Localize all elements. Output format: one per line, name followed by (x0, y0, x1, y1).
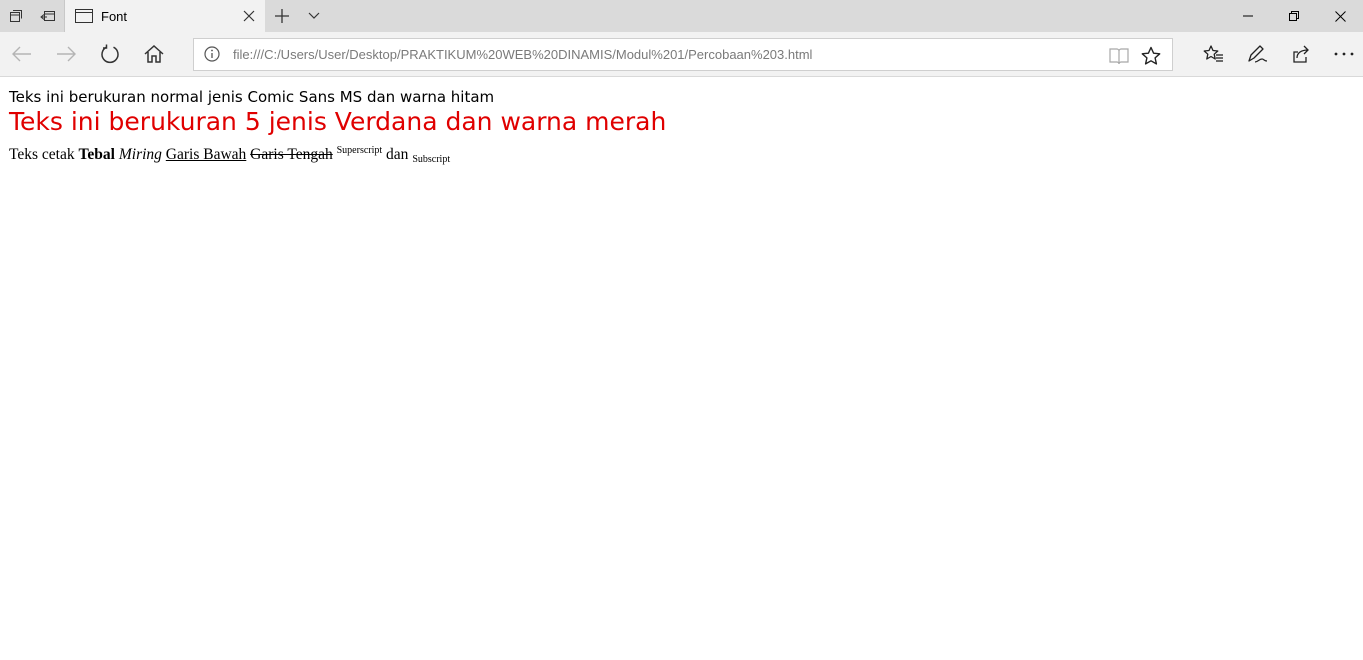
navigation-bar: file:///C:/Users/User/Desktop/PRAKTIKUM%… (0, 32, 1363, 77)
superscript-text: Superscript (336, 145, 383, 156)
comic-sans-text: Teks ini berukuran normal jenis Comic Sa… (9, 88, 495, 106)
refresh-icon[interactable] (94, 38, 126, 70)
and-text: dan (386, 146, 409, 163)
subscript-text: Subscript (412, 154, 451, 165)
minimize-icon[interactable] (1225, 0, 1271, 32)
verdana-red-text: Teks ini berukuran 5 jenis Verdana dan w… (9, 107, 667, 136)
chevron-down-icon[interactable] (299, 0, 329, 32)
reading-view-icon[interactable] (1107, 44, 1131, 68)
star-icon[interactable] (1139, 44, 1163, 68)
address-text[interactable]: file:///C:/Users/User/Desktop/PRAKTIKUM%… (233, 47, 812, 62)
strikethrough-text: Garis Tengah (250, 146, 333, 163)
bold-text: Tebal (78, 146, 115, 163)
info-icon[interactable] (204, 46, 222, 64)
home-icon[interactable] (138, 38, 170, 70)
address-bar[interactable]: file:///C:/Users/User/Desktop/PRAKTIKUM%… (193, 38, 1173, 71)
more-icon[interactable] (1328, 38, 1360, 70)
tab-manager-icon[interactable] (0, 0, 32, 32)
page-content: Teks ini berukuran normal jenis Comic Sa… (9, 87, 666, 172)
prefix-text: Teks cetak (9, 146, 79, 163)
share-icon[interactable] (1284, 38, 1316, 70)
forward-arrow-icon[interactable] (50, 38, 82, 70)
favorites-hub-icon[interactable] (1197, 38, 1229, 70)
close-tab-icon[interactable] (241, 8, 257, 24)
page-icon (75, 9, 93, 23)
pen-icon[interactable] (1241, 38, 1273, 70)
back-arrow-icon[interactable] (6, 38, 38, 70)
set-aside-tabs-icon[interactable] (32, 0, 64, 32)
plus-icon[interactable] (265, 0, 299, 32)
tab-font[interactable]: Font (64, 0, 265, 32)
tab-bar: Font (0, 0, 1363, 32)
underline-text: Garis Bawah (165, 146, 247, 163)
close-window-icon[interactable] (1317, 0, 1363, 32)
restore-icon[interactable] (1271, 0, 1317, 32)
tab-title: Font (101, 8, 128, 24)
italic-text: Miring (118, 146, 162, 163)
formatted-text-line: Teks cetak Tebal Miring Garis Bawah Gari… (9, 139, 666, 172)
